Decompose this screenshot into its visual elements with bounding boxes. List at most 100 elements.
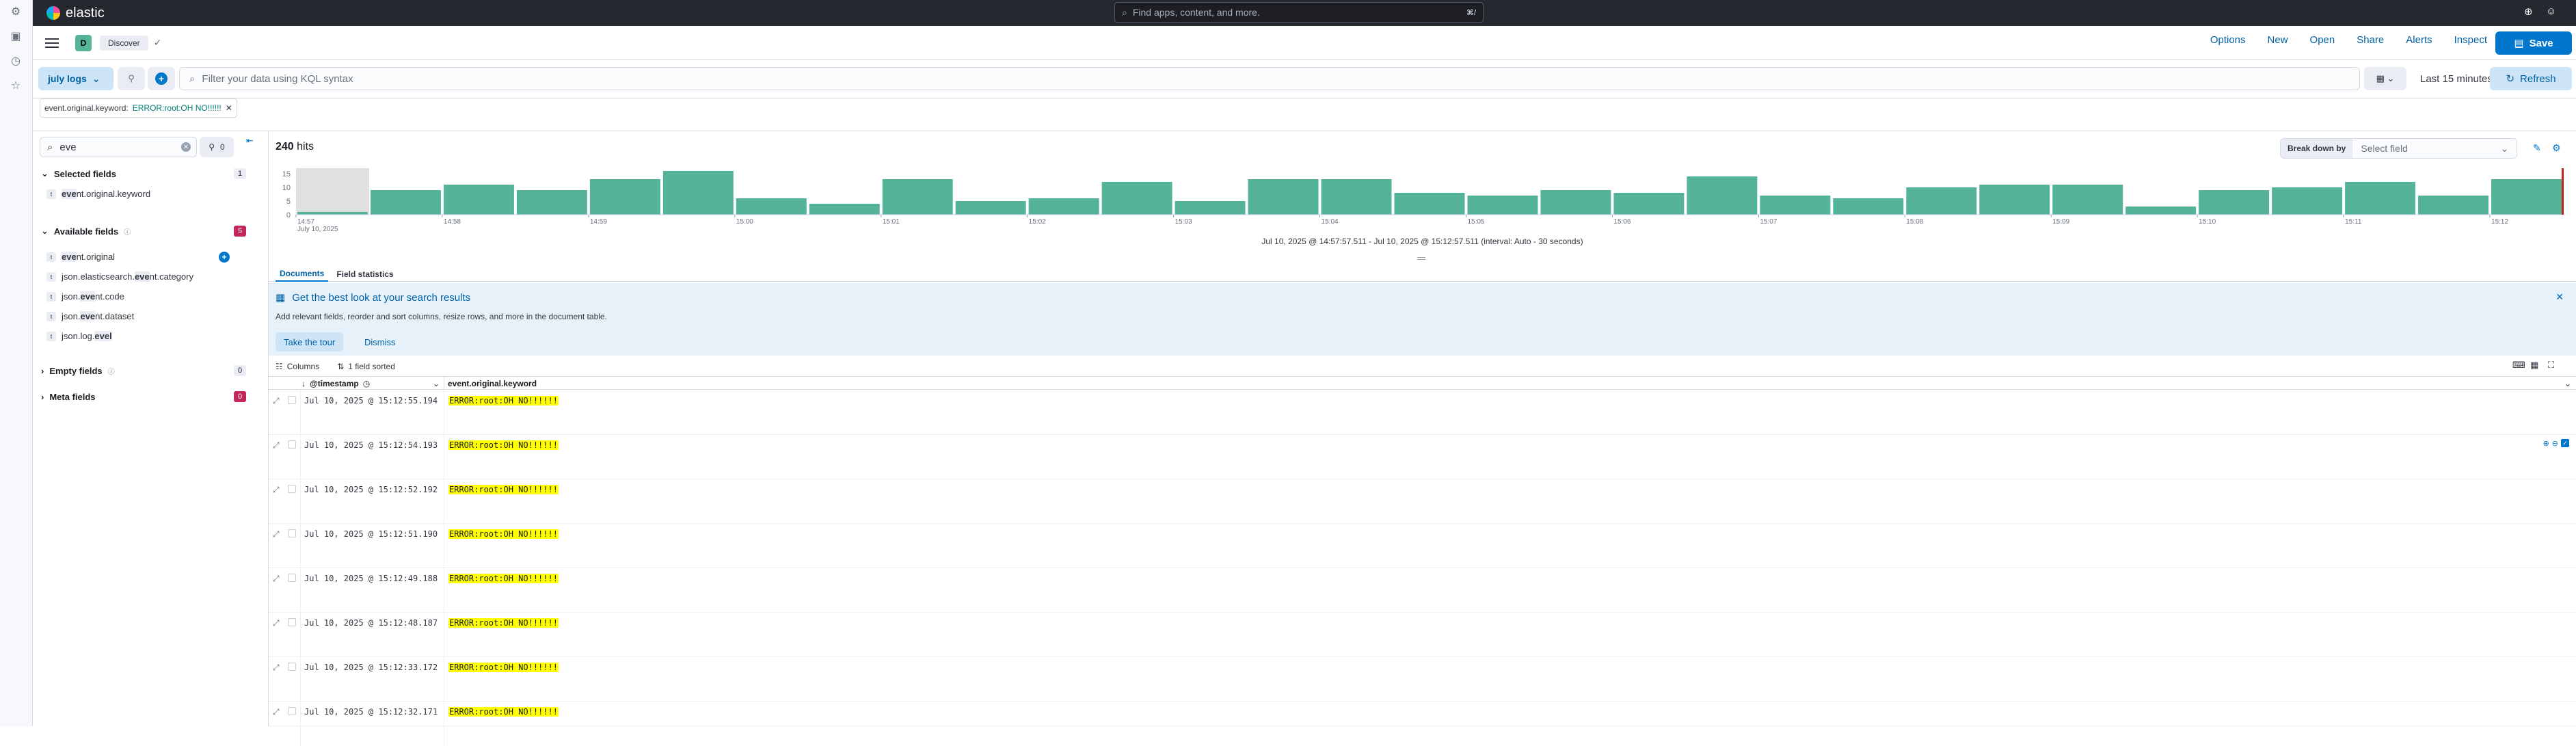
save-button[interactable]: ▤ Save — [2495, 31, 2572, 55]
empty-fields-header[interactable]: › Empty fields ⓘ 0 — [41, 365, 246, 376]
new-link[interactable]: New — [2268, 34, 2288, 46]
chevron-down-icon[interactable]: ⌄ — [433, 379, 440, 388]
open-link[interactable]: Open — [2310, 34, 2335, 46]
table-row[interactable]: ⤢ Jul 10, 2025 @ 15:12:52.192 ERROR:root… — [269, 479, 2576, 524]
chevron-down-icon[interactable]: ⌄ — [2564, 379, 2571, 388]
field-type-filter[interactable]: ⚲ 0 — [200, 137, 234, 157]
share-link[interactable]: Share — [2357, 34, 2384, 46]
kql-input[interactable]: ⌕ Filter your data using KQL syntax — [179, 67, 2360, 90]
meta-fields-header[interactable]: › Meta fields 0 — [41, 391, 246, 402]
inspect-link[interactable]: Inspect — [2454, 34, 2487, 46]
take-tour-button[interactable]: Take the tour — [276, 332, 344, 351]
folder-icon[interactable]: ▣ — [8, 29, 23, 44]
tab-documents[interactable]: Documents — [276, 267, 329, 282]
user-menu-icon[interactable]: ☺ — [2546, 5, 2556, 17]
collapse-sidebar-icon[interactable]: ⇤ — [246, 135, 254, 146]
help-icon[interactable]: ⊕ — [2524, 5, 2533, 18]
histogram-bar — [2199, 190, 2270, 215]
keyboard-icon[interactable]: ⌨ — [2512, 360, 2525, 371]
add-filter-button[interactable]: + — [148, 67, 175, 90]
row-checkbox[interactable] — [288, 529, 296, 537]
text-type-icon: t — [46, 331, 56, 341]
space-avatar[interactable]: D — [75, 34, 92, 51]
histogram-bar — [2491, 179, 2562, 215]
table-row[interactable]: ⤢ Jul 10, 2025 @ 15:12:55.194 ERROR:root… — [269, 390, 2576, 435]
expand-icon[interactable]: ⤢ — [273, 396, 280, 406]
breakdown-selector[interactable]: Break down by Select field ⌄ — [2280, 138, 2518, 159]
field-search-input[interactable]: ⌕ eve ✕ — [40, 137, 197, 157]
x-tick-label: 15:02 — [1029, 218, 1046, 226]
alerts-link[interactable]: Alerts — [2406, 34, 2432, 46]
clock-icon[interactable]: ◷ — [8, 53, 23, 68]
table-row[interactable]: ⤢ Jul 10, 2025 @ 15:12:49.188 ERROR:root… — [269, 568, 2576, 613]
table-row[interactable]: ⤢ Jul 10, 2025 @ 15:12:32.171 ERROR:root… — [269, 702, 2576, 746]
histogram-bar — [2272, 187, 2343, 215]
data-view-picker[interactable]: july logs ⌄ — [38, 67, 113, 90]
row-checkbox[interactable] — [288, 618, 296, 626]
breadcrumb[interactable]: Discover — [100, 35, 148, 51]
zoom-in-icon[interactable]: ⊕ — [2543, 439, 2549, 448]
options-link[interactable]: Options — [2210, 34, 2246, 46]
clear-icon[interactable]: ✕ — [181, 142, 191, 152]
table-row[interactable]: ⤢ Jul 10, 2025 @ 15:12:51.190 ERROR:root… — [269, 524, 2576, 568]
expand-icon[interactable]: ⤢ — [273, 707, 280, 717]
available-field-item[interactable]: t event.original — [46, 252, 115, 262]
expand-icon[interactable]: ⤢ — [273, 574, 280, 584]
row-checkbox[interactable] — [288, 485, 296, 493]
close-icon[interactable]: ✕ — [2555, 291, 2564, 303]
star-icon[interactable]: ☆ — [8, 78, 23, 93]
dismiss-button[interactable]: Dismiss — [359, 332, 401, 351]
row-checkbox[interactable] — [288, 440, 296, 449]
available-field-item[interactable]: t json.log.evel — [46, 331, 112, 341]
expand-icon[interactable]: ⤢ — [273, 529, 280, 539]
expand-icon[interactable]: ⤢ — [273, 485, 280, 495]
table-row[interactable]: ⤢ Jul 10, 2025 @ 15:12:54.193 ERROR:root… — [269, 435, 2576, 479]
available-field-item[interactable]: t json.event.dataset — [46, 311, 134, 321]
table-icon: ▦ — [276, 292, 286, 304]
row-checkbox[interactable] — [288, 396, 296, 404]
menu-toggle-icon[interactable] — [45, 38, 59, 48]
edit-visualization-icon[interactable]: ✎ — [2533, 142, 2541, 154]
elastic-logo[interactable]: elastic — [46, 5, 105, 21]
x-tick-label: 14:58 — [444, 218, 461, 226]
fullscreen-icon[interactable]: ⛶ — [2548, 360, 2554, 371]
table-row[interactable]: ⤢ Jul 10, 2025 @ 15:12:33.172 ERROR:root… — [269, 657, 2576, 702]
close-icon[interactable]: ✕ — [226, 103, 232, 113]
zoom-out-icon[interactable]: ⊖ — [2552, 439, 2558, 448]
refresh-button[interactable]: ↻ Refresh — [2490, 67, 2572, 90]
available-fields-header[interactable]: ⌄ Available fields ⓘ 5 — [41, 226, 246, 237]
value-column-header[interactable]: event.original.keyword — [448, 379, 537, 388]
tab-field-statistics[interactable]: Field statistics — [332, 267, 397, 282]
add-field-button[interactable]: + — [219, 252, 230, 263]
histogram-bar — [297, 212, 368, 215]
field-search-value: eve — [59, 141, 77, 153]
timestamp-column-header[interactable]: ↓ @timestamp ◷ — [301, 379, 370, 388]
expand-icon[interactable]: ⤢ — [273, 618, 280, 628]
breakdown-select[interactable]: Select field ⌄ — [2352, 139, 2517, 158]
row-checkbox[interactable] — [288, 663, 296, 671]
filter-menu-button[interactable]: ⚲ — [118, 67, 145, 90]
filter-bar: event.original.keyword: ERROR:root:OH NO… — [33, 98, 2576, 131]
expand-icon[interactable]: ⤢ — [273, 663, 280, 673]
filter-pill[interactable]: event.original.keyword: ERROR:root:OH NO… — [40, 98, 237, 118]
available-field-item[interactable]: t json.event.code — [46, 291, 124, 302]
display-settings-icon[interactable]: ▦ — [2530, 360, 2538, 371]
date-quick-menu[interactable]: ▦ ⌄ — [2364, 67, 2406, 90]
gear-icon[interactable]: ⚙ — [8, 4, 23, 19]
histogram-bar — [1687, 176, 1758, 215]
selected-field-item[interactable]: t event.original.keyword — [46, 189, 150, 199]
y-tick-label: 0 — [286, 211, 291, 219]
chart-settings-icon[interactable]: ⚙ — [2552, 142, 2561, 154]
available-field-item[interactable]: t json.elasticsearch.event.category — [46, 271, 193, 282]
row-checkbox[interactable] — [288, 574, 296, 582]
expand-icon[interactable]: ⤢ — [273, 440, 280, 451]
text-type-icon: t — [46, 189, 56, 199]
select-icon[interactable]: ✓ — [2561, 439, 2569, 447]
global-search[interactable]: ⌕ Find apps, content, and more. ⌘/ — [1114, 2, 1484, 23]
columns-button[interactable]: ☷ Columns — [276, 362, 319, 371]
resize-handle[interactable] — [1417, 257, 1425, 260]
sort-button[interactable]: ⇅ 1 field sorted — [337, 362, 395, 371]
row-checkbox[interactable] — [288, 707, 296, 715]
table-row[interactable]: ⤢ Jul 10, 2025 @ 15:12:48.187 ERROR:root… — [269, 613, 2576, 657]
selected-fields-header[interactable]: ⌄ Selected fields 1 — [41, 168, 246, 179]
